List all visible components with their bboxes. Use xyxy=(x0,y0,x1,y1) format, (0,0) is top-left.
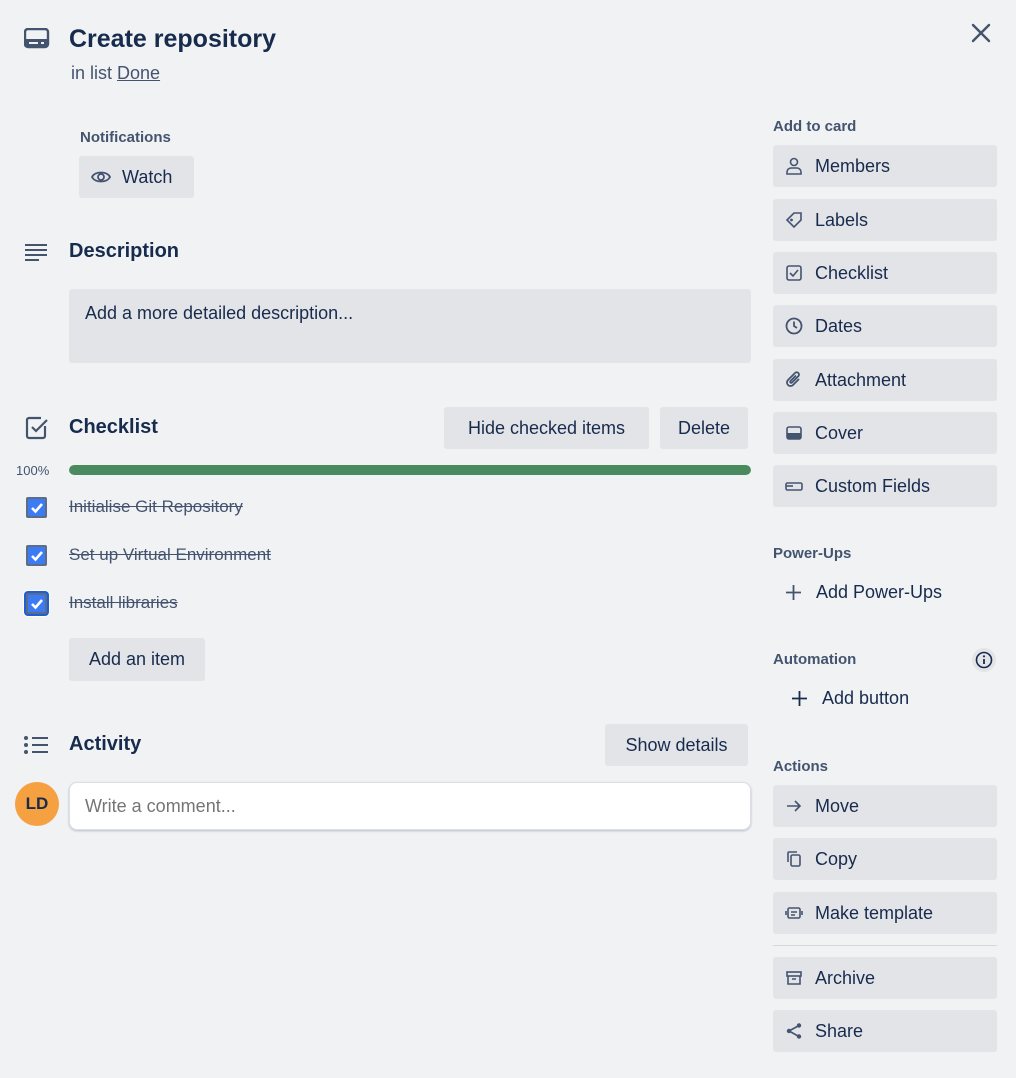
tag-icon xyxy=(785,212,802,229)
move-button[interactable]: Move xyxy=(773,785,997,827)
show-details-label: Show details xyxy=(625,734,728,755)
checklist-icon xyxy=(25,416,48,440)
checklist-item-text[interactable]: Set up Virtual Environment xyxy=(69,545,271,565)
activity-icon xyxy=(24,736,48,754)
archive-icon xyxy=(786,971,802,985)
copy-icon xyxy=(787,851,801,867)
hide-checked-label: Hide checked items xyxy=(467,417,626,438)
plus-icon xyxy=(792,691,807,706)
activity-heading: Activity xyxy=(69,733,142,755)
custom-fields-button[interactable]: Custom Fields xyxy=(773,465,997,507)
copy-label: Copy xyxy=(815,848,858,869)
actions-divider xyxy=(773,945,997,946)
make-template-button[interactable]: Make template xyxy=(773,892,997,934)
dates-button[interactable]: Dates xyxy=(773,305,997,347)
delete-checklist-button[interactable]: Delete xyxy=(660,407,748,449)
cover-label: Cover xyxy=(815,422,864,443)
cover-icon xyxy=(786,426,802,440)
members-button[interactable]: Members xyxy=(773,145,997,187)
make-template-label: Make template xyxy=(815,902,934,923)
plus-icon xyxy=(786,585,801,600)
checklist-item-checkbox[interactable] xyxy=(26,545,47,566)
add-to-card-label: Add to card xyxy=(773,118,857,135)
labels-button[interactable]: Labels xyxy=(773,199,997,241)
eye-icon xyxy=(91,171,111,183)
copy-button[interactable]: Copy xyxy=(773,838,997,880)
paperclip-icon xyxy=(786,371,800,387)
share-button[interactable]: Share xyxy=(773,1010,997,1052)
checklist-icon xyxy=(786,265,802,281)
attachment-label: Attachment xyxy=(815,369,907,390)
custom-fields-icon xyxy=(785,482,803,491)
add-automation-button[interactable]: Add button xyxy=(773,688,909,709)
arrow-right-icon xyxy=(787,800,802,812)
card-icon xyxy=(24,28,50,49)
archive-label: Archive xyxy=(815,967,876,988)
actions-label: Actions xyxy=(773,758,829,775)
hide-checked-items-button[interactable]: Hide checked items xyxy=(444,407,649,449)
attachment-button[interactable]: Attachment xyxy=(773,359,997,401)
share-icon xyxy=(786,1023,802,1039)
progress-track xyxy=(69,465,751,475)
watch-button[interactable]: Watch xyxy=(79,156,194,198)
checklist-item-checkbox[interactable] xyxy=(26,497,47,518)
checklist-heading: Checklist xyxy=(69,416,158,438)
custom-fields-label: Custom Fields xyxy=(815,475,931,496)
delete-label: Delete xyxy=(677,417,731,438)
add-power-ups-button[interactable]: Add Power-Ups xyxy=(773,582,942,603)
add-item-button[interactable]: Add an item xyxy=(69,638,205,681)
add-item-label: Add an item xyxy=(88,649,186,669)
add-button-label: Add button xyxy=(822,688,910,708)
progress-percent: 100% xyxy=(16,463,50,478)
info-icon[interactable] xyxy=(972,648,996,672)
notifications-label: Notifications xyxy=(80,129,171,146)
list-link[interactable]: Done xyxy=(117,63,160,83)
clock-icon xyxy=(785,317,803,335)
description-editor[interactable]: Add a more detailed description... xyxy=(69,289,751,363)
cover-button[interactable]: Cover xyxy=(773,412,997,454)
show-details-button[interactable]: Show details xyxy=(605,724,748,766)
power-ups-label: Power-Ups xyxy=(773,545,852,562)
checklist-label: Checklist xyxy=(815,262,889,283)
avatar-initials: LD xyxy=(25,794,49,813)
checklist-item-text[interactable]: Install libraries xyxy=(69,593,178,613)
list-location: in list Done xyxy=(71,63,160,84)
card-title[interactable]: Create repository xyxy=(69,25,276,54)
share-label: Share xyxy=(815,1020,864,1041)
labels-label: Labels xyxy=(815,209,869,230)
template-icon xyxy=(785,907,803,919)
person-icon xyxy=(786,157,802,175)
automation-label: Automation xyxy=(773,651,857,668)
close-icon[interactable] xyxy=(970,22,992,44)
watch-label: Watch xyxy=(122,166,173,187)
move-label: Move xyxy=(815,795,860,816)
progress-fill xyxy=(69,465,751,475)
description-icon xyxy=(25,244,47,261)
checklist-item-checkbox[interactable] xyxy=(26,593,47,614)
avatar[interactable]: LD xyxy=(15,782,59,826)
comment-input[interactable] xyxy=(69,782,751,830)
description-placeholder: Add a more detailed description... xyxy=(85,303,354,323)
members-label: Members xyxy=(815,155,891,176)
in-list-prefix: in list xyxy=(71,63,113,83)
dates-label: Dates xyxy=(815,315,863,336)
checklist-item-text[interactable]: Initialise Git Repository xyxy=(69,497,243,517)
description-heading: Description xyxy=(69,240,180,262)
archive-button[interactable]: Archive xyxy=(773,957,997,999)
checklist-button[interactable]: Checklist xyxy=(773,252,997,294)
add-power-ups-label: Add Power-Ups xyxy=(816,582,943,602)
